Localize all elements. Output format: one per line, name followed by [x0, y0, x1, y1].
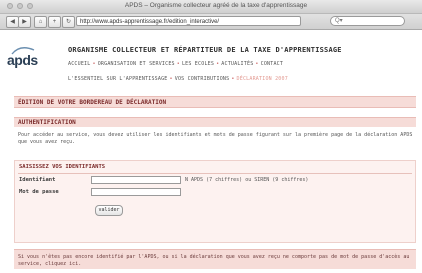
edition-title: ÉDITION DE VOTRE BORDEREAU DE DÉCLARATIO… — [14, 96, 416, 108]
primary-nav: ACCUEIL • ORGANISATION ET SERVICES • LES ECO… — [68, 61, 284, 67]
submit-button[interactable]: valider — [95, 205, 123, 216]
home-button[interactable]: ⌂ — [34, 16, 47, 28]
password-input[interactable] — [91, 188, 181, 196]
window-controls — [7, 3, 33, 9]
secondary-nav: L'ESSENTIEL SUR L'APPRENTISSAGE • VOS CONT… — [68, 76, 288, 82]
auth-instructions: Pour accéder au service, vous devez util… — [18, 132, 413, 145]
nav-item-contributions[interactable]: VOS CONTRIBUTIONS — [175, 76, 230, 82]
login-form: SAISISSEZ VOS IDENTIFIANTS Identifiant N… — [14, 160, 416, 243]
web-page: apds ORGANISME COLLECTEUR ET RÉPARTITEUR… — [0, 30, 422, 273]
identifier-label: Identifiant — [19, 177, 56, 183]
address-bar[interactable]: http://www.apds-apprentissage.fr/edition… — [76, 16, 301, 26]
not-identified-note[interactable]: Si vous n'êtes pas encore identifié par … — [14, 249, 416, 269]
forward-button[interactable]: ▶ — [18, 16, 31, 28]
nav-item-ecoles[interactable]: LES ECOLES — [182, 61, 214, 67]
title-bar: APDS – Organisme collecteur agréé de la … — [0, 0, 422, 14]
minimize-icon[interactable] — [17, 3, 23, 9]
auth-section-title: AUTHENTIFICATION — [14, 117, 416, 127]
form-title: SAISISSEZ VOS IDENTIFIANTS — [19, 164, 106, 170]
add-bookmark-button[interactable]: + — [48, 16, 61, 28]
nav-item-organisation[interactable]: ORGANISATION ET SERVICES — [98, 61, 175, 67]
identifier-input[interactable] — [91, 176, 181, 184]
nav-item-declaration[interactable]: DÉCLARATION 2007 — [237, 76, 288, 82]
identifier-hint: N APDS (7 chiffres) ou SIREN (9 chiffres… — [185, 177, 309, 183]
organisation-title: ORGANISME COLLECTEUR ET RÉPARTITEUR DE L… — [68, 46, 342, 54]
nav-item-essentiel[interactable]: L'ESSENTIEL SUR L'APPRENTISSAGE — [68, 76, 168, 82]
search-field[interactable]: Q▾ — [330, 16, 405, 26]
nav-item-actualites[interactable]: ACTUALITÉS — [221, 61, 253, 67]
close-icon[interactable] — [7, 3, 13, 9]
form-divider — [18, 173, 412, 174]
nav-item-accueil[interactable]: ACCUEIL — [68, 61, 90, 67]
password-label: Mot de passe — [19, 189, 59, 195]
reload-button[interactable]: ↻ — [62, 16, 75, 28]
browser-toolbar: ◀ ▶ ⌂ + ↻ http://www.apds-apprentissage.… — [0, 14, 422, 30]
nav-item-contact[interactable]: CONTACT — [261, 61, 283, 67]
browser-window: APDS – Organisme collecteur agréé de la … — [0, 0, 422, 273]
apds-logo[interactable]: apds — [7, 52, 38, 68]
window-title: APDS – Organisme collecteur agréé de la … — [124, 2, 308, 9]
zoom-icon[interactable] — [27, 3, 33, 9]
